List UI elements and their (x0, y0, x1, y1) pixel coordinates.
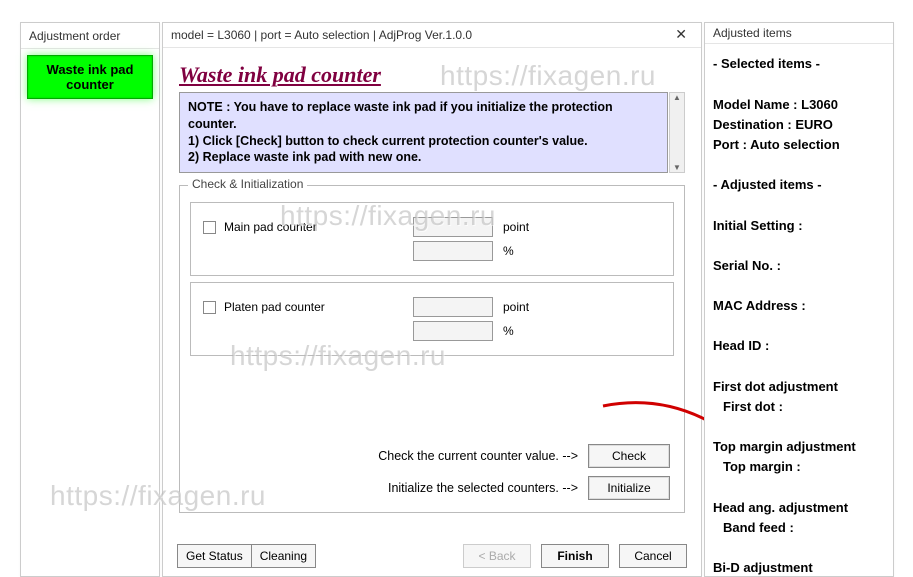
waste-ink-pad-counter-button[interactable]: Waste ink pad counter (27, 55, 153, 99)
platen-pad-point-field (413, 297, 493, 317)
check-button[interactable]: Check (588, 444, 670, 468)
cleaning-button[interactable]: Cleaning (251, 544, 316, 568)
band-feed-line: Band feed : (713, 518, 885, 538)
initial-setting-line: Initial Setting : (713, 216, 885, 236)
selected-items-header: - Selected items - (713, 54, 885, 74)
finish-button[interactable]: Finish (541, 544, 609, 568)
head-id-line: Head ID : (713, 336, 885, 356)
port-line: Port : Auto selection (713, 135, 885, 155)
initialize-button[interactable]: Initialize (588, 476, 670, 500)
main-pad-point-field (413, 217, 493, 237)
head-ang-header: Head ang. adjustment (713, 498, 885, 518)
get-status-button[interactable]: Get Status (177, 544, 251, 568)
page-heading: Waste ink pad counter (179, 62, 381, 87)
unit-point: point (503, 220, 529, 234)
note-box: NOTE : You have to replace waste ink pad… (179, 92, 668, 174)
mac-line: MAC Address : (713, 296, 885, 316)
model-line: Model Name : L3060 (713, 95, 885, 115)
top-margin-line: Top margin : (713, 457, 885, 477)
platen-pad-percent-field (413, 321, 493, 341)
top-margin-header: Top margin adjustment (713, 437, 885, 457)
adjustment-order-window: Adjustment order Waste ink pad counter (20, 22, 160, 577)
platen-pad-checkbox[interactable] (203, 301, 216, 314)
first-dot-line: First dot : (713, 397, 885, 417)
check-init-fieldset: Check & Initialization Main pad counter … (179, 185, 685, 513)
initialize-line-text: Initialize the selected counters. --> (388, 481, 578, 495)
note-line: NOTE : You have to replace waste ink pad… (188, 99, 659, 133)
note-scrollbar[interactable]: ▲ ▼ (669, 92, 685, 174)
main-pad-percent-field (413, 241, 493, 261)
adjustment-order-title: Adjustment order (29, 29, 151, 43)
close-icon[interactable]: ✕ (669, 26, 693, 43)
note-line: 2) Replace waste ink pad with new one. (188, 149, 659, 166)
scroll-up-icon[interactable]: ▲ (673, 93, 681, 102)
check-line-text: Check the current counter value. --> (378, 449, 578, 463)
fieldset-legend: Check & Initialization (188, 177, 307, 191)
adjustment-order-titlebar: Adjustment order (21, 23, 159, 49)
main-dialog-title: model = L3060 | port = Auto selection | … (171, 28, 669, 42)
scroll-down-icon[interactable]: ▼ (673, 163, 681, 172)
adjusted-items-body: - Selected items - Model Name : L3060 De… (705, 44, 893, 576)
unit-percent: % (503, 244, 514, 258)
main-pad-label: Main pad counter (224, 220, 317, 234)
cancel-button[interactable]: Cancel (619, 544, 687, 568)
back-button[interactable]: < Back (463, 544, 531, 568)
adjusted-items-titlebar: Adjusted items (705, 23, 893, 44)
main-dialog-titlebar: model = L3060 | port = Auto selection | … (163, 23, 701, 48)
main-pad-counter-box: Main pad counter point % (190, 202, 674, 276)
note-line: 1) Click [Check] button to check current… (188, 133, 659, 150)
bid-header: Bi-D adjustment (713, 558, 885, 576)
first-dot-header: First dot adjustment (713, 377, 885, 397)
adjusted-items-header: - Adjusted items - (713, 175, 885, 195)
destination-line: Destination : EURO (713, 115, 885, 135)
adjusted-items-window: Adjusted items - Selected items - Model … (704, 22, 894, 577)
platen-pad-label: Platen pad counter (224, 300, 325, 314)
unit-percent: % (503, 324, 514, 338)
bottom-toolbar: Get Status Cleaning < Back Finish Cancel (177, 544, 687, 568)
adjusted-items-title: Adjusted items (713, 26, 885, 40)
serial-line: Serial No. : (713, 256, 885, 276)
main-pad-checkbox[interactable] (203, 221, 216, 234)
unit-point: point (503, 300, 529, 314)
main-dialog-window: model = L3060 | port = Auto selection | … (162, 22, 702, 577)
platen-pad-counter-box: Platen pad counter point % (190, 282, 674, 356)
